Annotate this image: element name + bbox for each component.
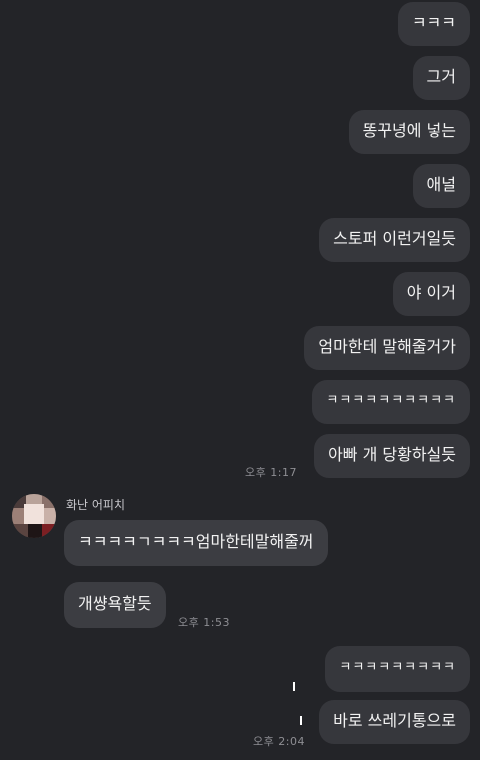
message-timestamp: 오후 2:04	[253, 735, 305, 748]
sent-message-bubble[interactable]: ㅋㅋㅋ	[397, 2, 470, 46]
chat-area: ㅋㅋㅋ 그거 똥꾸녕에 넣는 애널 스토퍼 이런거일듯 야 이거 엄마한테 말해…	[0, 0, 480, 760]
message-timestamp: 오후 1:17	[245, 466, 297, 479]
sent-message-bubble[interactable]: ㅋㅋㅋㅋㅋㅋㅋㅋㅋㅋ	[312, 380, 470, 424]
sent-message-bubble[interactable]: 아빠 개 당황하실듯	[314, 434, 470, 478]
sent-message-bubble[interactable]: 야 이거	[392, 272, 470, 316]
sender-name: 화난 어피치	[66, 498, 126, 512]
sent-message-bubble[interactable]: 그거	[412, 56, 470, 100]
sent-message-bubble[interactable]: 엄마한테 말해줄거가	[304, 326, 470, 370]
unread-indicator-icon	[293, 682, 295, 691]
unread-indicator-icon	[300, 716, 302, 725]
avatar[interactable]	[12, 494, 56, 538]
received-message-bubble[interactable]: 개썅욕할듯	[64, 582, 166, 628]
sent-message-bubble[interactable]: 똥꾸녕에 넣는	[348, 110, 470, 154]
sent-message-bubble[interactable]: ㅋㅋㅋㅋㅋㅋㅋㅋㅋ	[325, 646, 470, 692]
sent-message-bubble[interactable]: 애널	[412, 164, 470, 208]
message-timestamp: 오후 1:53	[178, 616, 230, 629]
received-message-bubble[interactable]: ㅋㅋㅋㅋㄱㅋㅋㅋ엄마한테말해줄꺼	[64, 520, 328, 566]
sent-message-bubble[interactable]: 바로 쓰레기통으로	[319, 700, 470, 744]
sent-message-bubble[interactable]: 스토퍼 이런거일듯	[319, 218, 470, 262]
